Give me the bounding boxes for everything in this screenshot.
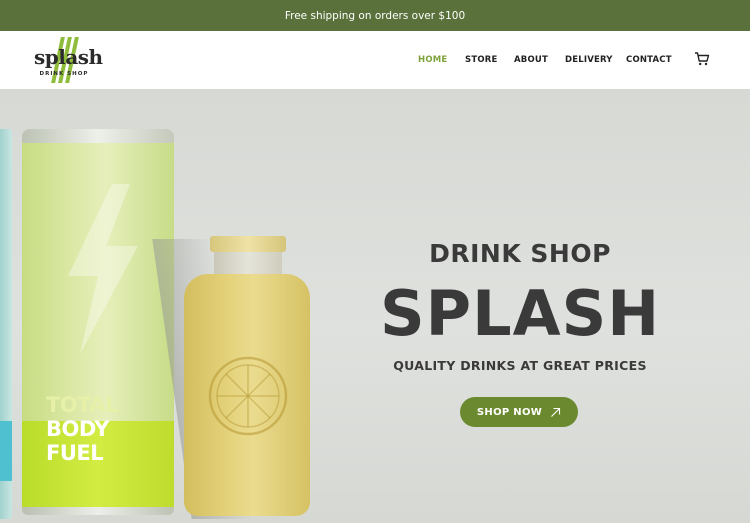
hero-title: SPLASH <box>380 277 661 350</box>
lemon-slice-icon <box>208 356 288 436</box>
cart-icon[interactable] <box>694 51 710 67</box>
shop-now-button[interactable]: SHOP NOW <box>460 397 578 427</box>
nav-item-contact[interactable]: CONTACT <box>626 55 672 65</box>
can-label-line: FUEL <box>46 441 104 465</box>
bottle-cap <box>210 236 286 252</box>
site-header: splash DRINK SHOP HOME STORE ABOUT DELIV… <box>0 31 750 89</box>
nav-item-about[interactable]: ABOUT <box>514 55 548 65</box>
bottle-neck <box>214 252 282 274</box>
nav-item-home[interactable]: HOME <box>418 55 447 65</box>
shop-now-label: SHOP NOW <box>476 406 543 418</box>
can-label-line: BODY <box>46 417 109 441</box>
main-nav: HOME STORE ABOUT DELIVERY CONTACT <box>0 31 750 89</box>
can-label: TOTAL BODY FUEL <box>46 393 119 465</box>
lightning-bolt-icon <box>68 184 138 354</box>
hero-eyebrow: DRINK SHOP <box>429 239 611 268</box>
promo-text: Free shipping on orders over $100 <box>284 9 466 22</box>
nav-item-store[interactable]: STORE <box>465 55 498 65</box>
nav-item-delivery[interactable]: DELIVERY <box>565 55 613 65</box>
teal-can-image <box>0 129 12 519</box>
can-label-line: TOTAL <box>46 393 119 417</box>
hero-section: TOTAL BODY FUEL DRINK SHOP SPLASH QUALIT… <box>0 89 750 523</box>
energy-can-image: TOTAL BODY FUEL <box>22 129 174 515</box>
arrow-up-right-icon <box>551 407 561 417</box>
promo-bar: Free shipping on orders over $100 <box>0 0 750 31</box>
hero-tagline: QUALITY DRINKS AT GREAT PRICES <box>393 358 647 373</box>
